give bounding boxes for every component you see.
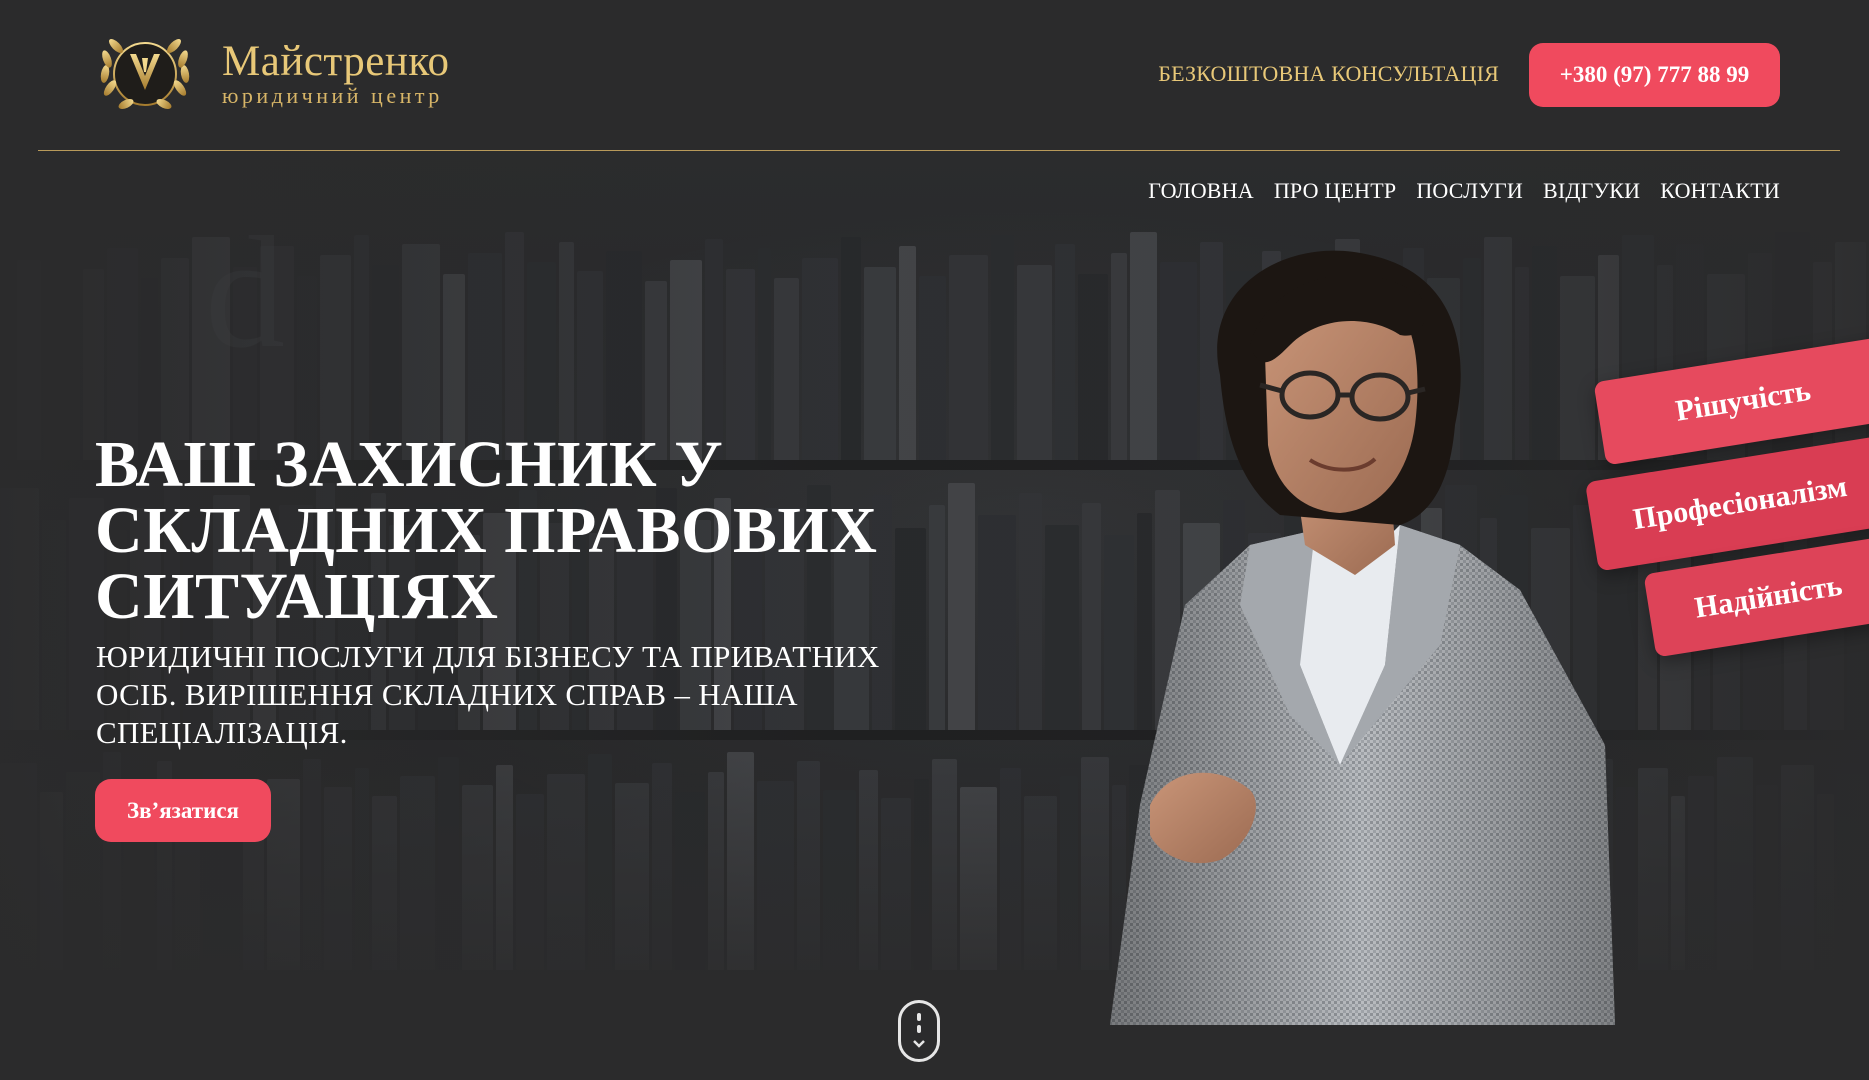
phone-button[interactable]: +380 (97) 777 88 99 — [1529, 43, 1780, 107]
free-consultation-link[interactable]: БЕЗКОШТОВНА КОНСУЛЬТАЦІЯ — [1158, 61, 1499, 87]
nav-item-about[interactable]: ПРО ЦЕНТР — [1274, 178, 1396, 204]
hero-title: ВАШ ЗАХИСНИК У СКЛАДНИХ ПРАВОВИХ СИТУАЦІ… — [95, 428, 878, 633]
brand-title: Майстренко — [222, 38, 450, 86]
nav-item-contacts[interactable]: КОНТАКТИ — [1660, 178, 1780, 204]
hero-subtitle: ЮРИДИЧНІ ПОСЛУГИ ДЛЯ БІЗНЕСУ ТА ПРИВАТНИ… — [96, 639, 880, 750]
scroll-dot-icon — [917, 1013, 921, 1021]
nav-item-home[interactable]: ГОЛОВНА — [1148, 178, 1254, 204]
laurel-wreath-emblem-icon — [100, 39, 190, 109]
site-header: Майстренко юридичний центр БЕЗКОШТОВНА К… — [0, 0, 1869, 152]
header-divider — [38, 150, 1840, 151]
contact-button[interactable]: Зв’язатися — [95, 779, 271, 842]
lawyer-photo — [1110, 250, 1615, 1025]
brand-subtitle: юридичний центр — [222, 83, 443, 109]
nav-item-services[interactable]: ПОСЛУГИ — [1416, 178, 1523, 204]
main-nav: ГОЛОВНА ПРО ЦЕНТР ПОСЛУГИ ВІДГУКИ КОНТАК… — [1148, 178, 1780, 204]
scroll-mouse-icon[interactable] — [898, 1000, 940, 1062]
scroll-dot-icon — [917, 1025, 921, 1033]
chevron-down-icon — [913, 1040, 925, 1048]
logo[interactable]: Майстренко юридичний центр — [96, 28, 450, 120]
nav-item-reviews[interactable]: ВІДГУКИ — [1543, 178, 1640, 204]
